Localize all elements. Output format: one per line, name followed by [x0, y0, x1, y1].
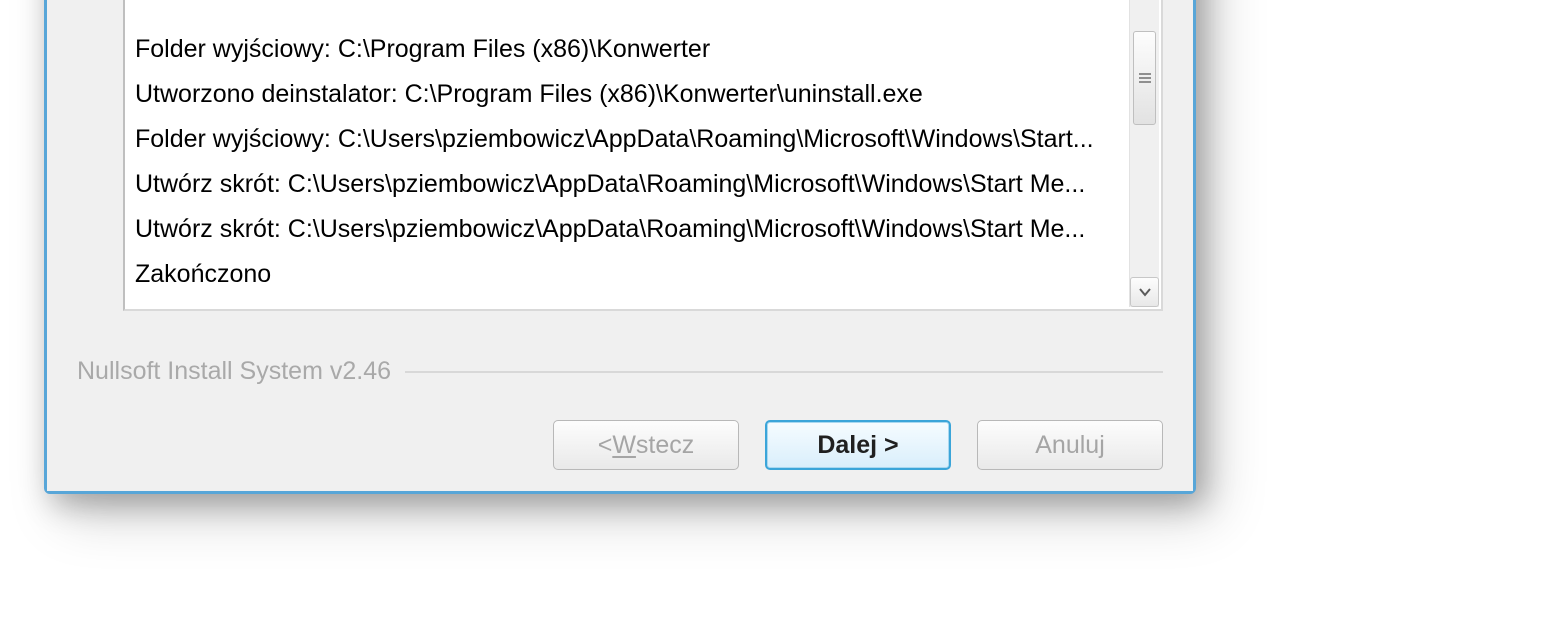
next-button[interactable]: Dalej >	[765, 420, 951, 470]
log-line: Utwórz skrót: C:\Users\pziembowicz\AppDa…	[135, 162, 1119, 207]
scrollbar-grip-icon	[1139, 73, 1151, 83]
back-button-suffix: stecz	[636, 431, 694, 460]
log-line: Utwórz skrót: C:\Users\pziembowicz\AppDa…	[135, 207, 1119, 252]
separator-line	[405, 371, 1163, 373]
cancel-button[interactable]: Anuluj	[977, 420, 1163, 470]
chevron-down-icon	[1138, 287, 1152, 297]
scroll-down-button[interactable]	[1130, 277, 1159, 307]
log-scrollbar[interactable]	[1129, 0, 1159, 307]
log-line: Folder wyjściowy: C:\Program Files (x86)…	[135, 27, 1119, 72]
back-button-accel: W	[612, 431, 636, 460]
log-line: Folder wyjściowy: C:\Users\pziembowicz\A…	[135, 117, 1119, 162]
log-line: Zakończono	[135, 252, 1119, 297]
installer-window: Folder wyjściowy: C:\Program Files (x86)…	[44, 0, 1196, 494]
scrollbar-thumb[interactable]	[1133, 31, 1156, 125]
install-log: Folder wyjściowy: C:\Program Files (x86)…	[125, 0, 1127, 301]
wizard-button-row: < Wstecz Dalej > Anuluj	[77, 420, 1163, 470]
scrollbar-track[interactable]	[1130, 0, 1159, 277]
cancel-button-label: Anuluj	[1035, 431, 1105, 460]
back-button-prefix: <	[598, 431, 613, 460]
back-button[interactable]: < Wstecz	[553, 420, 739, 470]
install-log-panel: Folder wyjściowy: C:\Program Files (x86)…	[123, 0, 1163, 311]
installer-brand-label: Nullsoft Install System v2.46	[77, 357, 391, 386]
next-button-label: Dalej >	[817, 431, 898, 460]
footer-separator: Nullsoft Install System v2.46	[77, 357, 1163, 386]
log-line: Utworzono deinstalator: C:\Program Files…	[135, 72, 1119, 117]
